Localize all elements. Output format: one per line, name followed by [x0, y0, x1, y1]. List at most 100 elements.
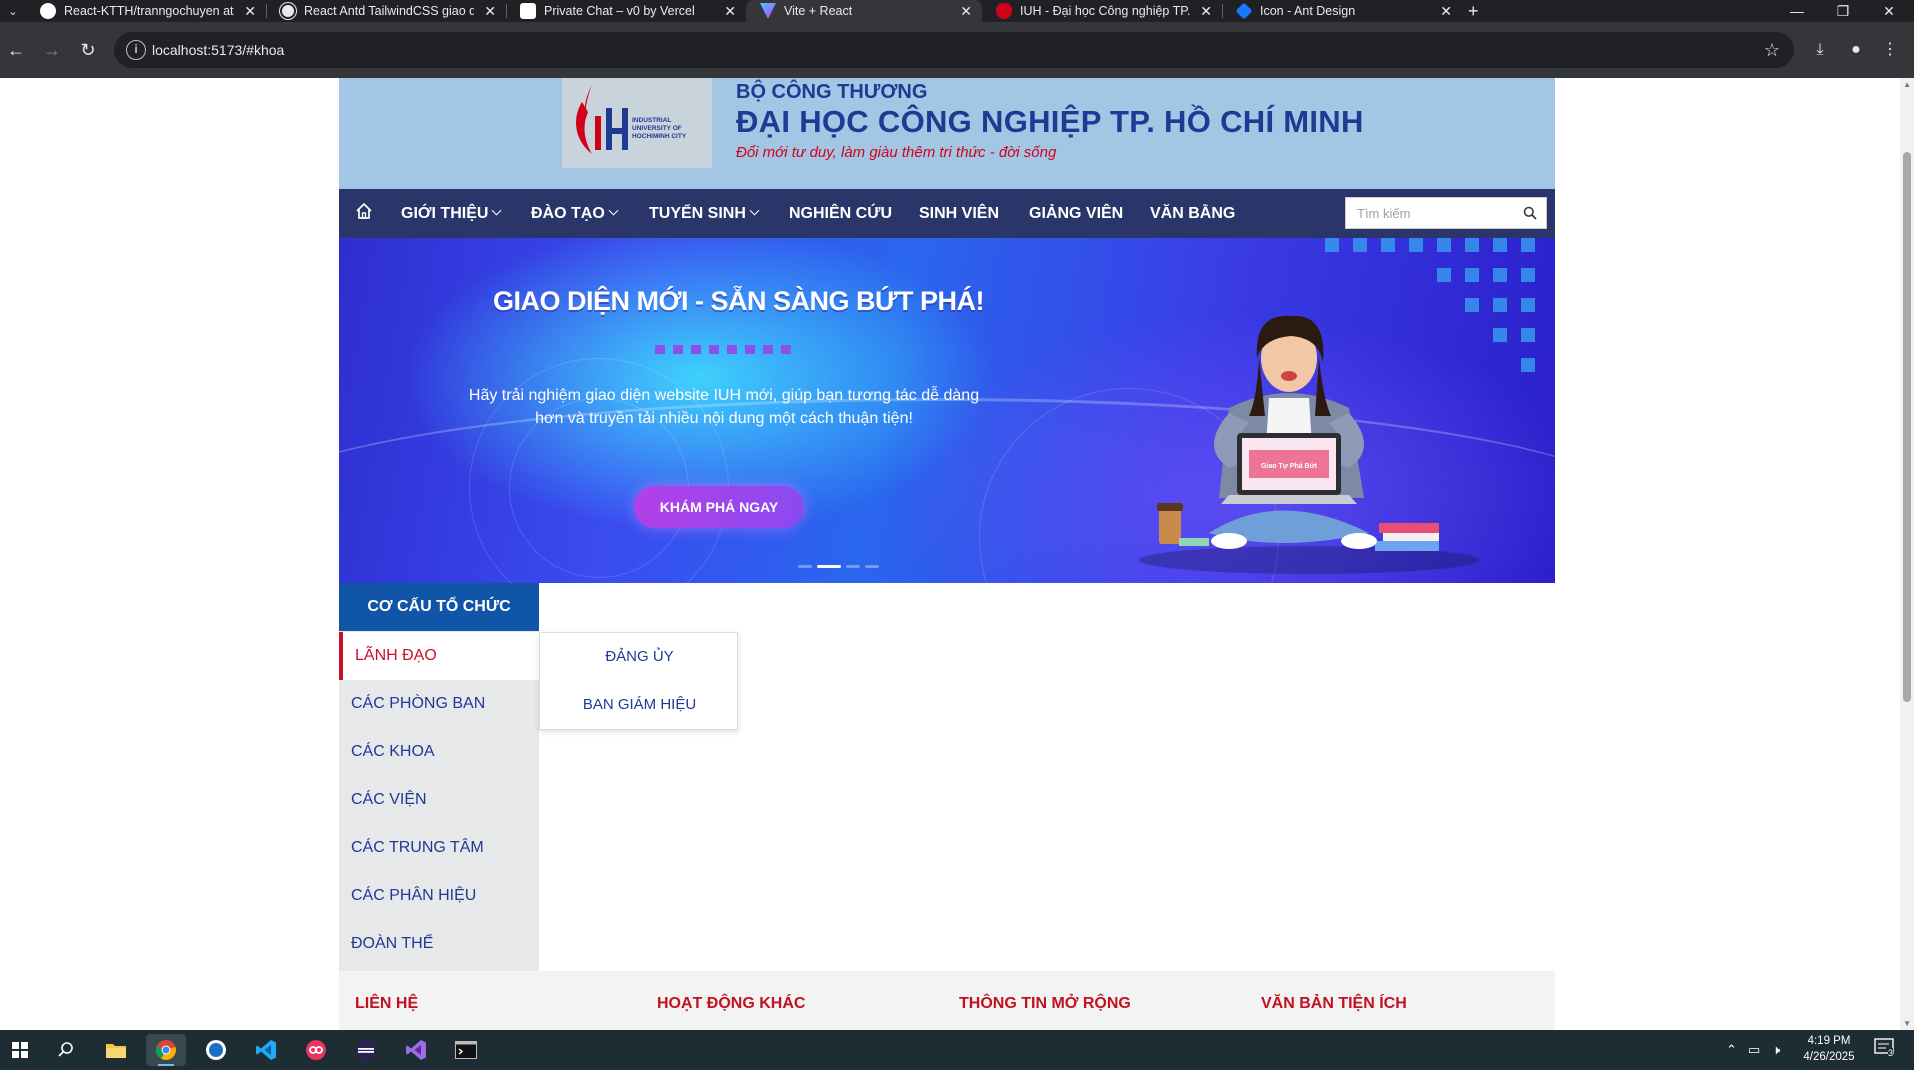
- sidebar-item-trung-tam[interactable]: CÁC TRUNG TÂM: [339, 824, 539, 872]
- scroll-thumb[interactable]: [1903, 152, 1911, 702]
- page-scrollbar[interactable]: ▲ ▼: [1900, 78, 1914, 1030]
- file-explorer-icon[interactable]: [96, 1034, 136, 1066]
- org-structure-section: CƠ CẤU TỔ CHỨC LÃNH ĐẠO CÁC PHÒNG BAN CÁ…: [339, 583, 1555, 971]
- browser-tab[interactable]: IUH - Đại học Công nghiệp TP. ✕: [982, 0, 1222, 22]
- scroll-up-icon[interactable]: ▲: [1903, 80, 1911, 89]
- footer-heading-thong-tin: THÔNG TIN MỞ RỘNG: [959, 995, 1131, 1012]
- reload-icon[interactable]: ↻: [74, 36, 102, 64]
- sidebar-item-khoa[interactable]: CÁC KHOA: [339, 728, 539, 776]
- sidebar-title: CƠ CẤU TỔ CHỨC: [339, 583, 539, 631]
- search-input[interactable]: [1346, 198, 1516, 228]
- university-name: ĐẠI HỌC CÔNG NGHIỆP TP. HỒ CHÍ MINH: [736, 104, 1364, 139]
- clock-date: 4/26/2025: [1803, 1051, 1855, 1063]
- close-tab-icon[interactable]: ✕: [484, 0, 496, 22]
- red-app-icon[interactable]: [296, 1034, 336, 1066]
- footer-heading-lien-he: LIÊN HỆ: [355, 995, 419, 1012]
- chevron-down-icon: [608, 205, 619, 216]
- tray-overflow-icon[interactable]: ⌃: [1726, 1030, 1737, 1070]
- slide-indicator-active[interactable]: [817, 565, 841, 568]
- bookmark-star-icon[interactable]: ☆: [1764, 32, 1780, 68]
- browser-tab[interactable]: React-KTTH/tranngochuyen at ✕: [26, 0, 266, 22]
- close-tab-icon[interactable]: ✕: [724, 0, 736, 22]
- browser-tab[interactable]: React Antd TailwindCSS giao di ✕: [266, 0, 506, 22]
- browser-toolbar: ← → ↻ i localhost:5173/#khoa ☆ ⤓ ● ⋮: [0, 22, 1914, 78]
- tab-search-icon[interactable]: ⌄: [0, 0, 26, 22]
- word-like-app-icon[interactable]: [196, 1034, 236, 1066]
- submenu-dang-uy[interactable]: ĐẢNG ỦY: [540, 633, 739, 681]
- svg-text:INDUSTRIAL: INDUSTRIAL: [632, 117, 671, 124]
- eclipse-like-icon[interactable]: [346, 1034, 386, 1066]
- taskbar-clock[interactable]: 4:19 PM 4/26/2025: [1796, 1033, 1862, 1065]
- download-icon[interactable]: ⤓: [1808, 38, 1832, 62]
- svg-text:HOCHIMINH CITY: HOCHIMINH CITY: [632, 133, 687, 140]
- browser-tab-active[interactable]: Vite + React ✕: [746, 0, 982, 22]
- submenu-ban-giam-hieu[interactable]: BAN GIÁM HIỆU: [540, 681, 739, 729]
- slide-indicator[interactable]: [846, 565, 860, 568]
- close-tab-icon[interactable]: ✕: [960, 0, 972, 22]
- hero-banner[interactable]: GIAO DIỆN MỚI - SẴN SÀNG BỨT PHÁ! Hãy tr…: [339, 238, 1555, 583]
- search-taskbar-icon[interactable]: [46, 1034, 86, 1066]
- ant-design-icon: [1235, 2, 1253, 20]
- headline-dots: [655, 345, 791, 354]
- forward-arrow-icon[interactable]: →: [38, 36, 66, 64]
- terminal-icon[interactable]: [446, 1034, 486, 1066]
- profile-icon[interactable]: ●: [1844, 38, 1868, 62]
- windows-taskbar: ⌃ ▭ 🕨 4:19 PM 4/26/2025 3: [0, 1030, 1914, 1070]
- address-bar[interactable]: i localhost:5173/#khoa ☆: [114, 32, 1794, 68]
- slide-indicator[interactable]: [865, 565, 879, 568]
- footer-heading-van-ban: VĂN BẢN TIỆN ÍCH: [1261, 995, 1407, 1012]
- windows-start-icon[interactable]: [0, 1034, 40, 1066]
- page-viewport: INDUSTRIAL UNIVERSITY OF HOCHIMINH CITY …: [0, 78, 1914, 1030]
- notification-count: 3: [1888, 1048, 1894, 1058]
- slide-indicator[interactable]: [798, 565, 812, 568]
- nav-giang-vien[interactable]: GIẢNG VIÊN: [1029, 189, 1123, 238]
- scroll-down-icon[interactable]: ▼: [1903, 1019, 1911, 1028]
- chevron-down-icon: [491, 205, 502, 216]
- sidebar-item-doan-the[interactable]: ĐOÀN THỂ: [339, 920, 539, 968]
- close-tab-icon[interactable]: ✕: [1440, 0, 1452, 22]
- sidebar-item-phong-ban[interactable]: CÁC PHÒNG BAN: [339, 680, 539, 728]
- org-sidebar: CƠ CẤU TỔ CHỨC LÃNH ĐẠO CÁC PHÒNG BAN CÁ…: [339, 583, 539, 971]
- footer-heading-hoat-dong: HOẠT ĐỘNG KHÁC: [657, 995, 806, 1012]
- search-icon[interactable]: [1523, 206, 1537, 220]
- nav-tuyen-sinh[interactable]: TUYỂN SINH: [649, 189, 760, 238]
- browser-tab[interactable]: Icon - Ant Design ✕: [1222, 0, 1462, 22]
- visual-studio-icon[interactable]: [396, 1034, 436, 1066]
- ministry-name: BỘ CÔNG THƯƠNG: [736, 81, 928, 103]
- sidebar-item-phan-hieu[interactable]: CÁC PHÂN HIỆU: [339, 872, 539, 920]
- explore-button[interactable]: KHÁM PHÁ NGAY: [634, 486, 804, 528]
- page-container: INDUSTRIAL UNIVERSITY OF HOCHIMINH CITY …: [339, 78, 1555, 1030]
- notification-icon[interactable]: 3: [1874, 1038, 1898, 1062]
- back-arrow-icon[interactable]: ←: [2, 36, 30, 64]
- vscode-icon[interactable]: [246, 1034, 286, 1066]
- laptop-screen-text: Giao Tự Phá Bứt: [1261, 463, 1318, 470]
- minimize-icon[interactable]: —: [1774, 0, 1820, 22]
- nav-dao-tao[interactable]: ĐÀO TẠO: [531, 189, 619, 238]
- new-tab-icon[interactable]: +: [1468, 0, 1479, 22]
- student-illustration: Giao Tự Phá Bứt: [1139, 315, 1479, 574]
- browser-menu-icon[interactable]: ⋮: [1878, 38, 1902, 62]
- chatgpt-icon: [280, 3, 296, 19]
- nav-van-bang[interactable]: VĂN BẰNG: [1150, 189, 1235, 238]
- iuh-logo[interactable]: INDUSTRIAL UNIVERSITY OF HOCHIMINH CITY: [562, 78, 712, 168]
- chrome-taskbar-icon[interactable]: [146, 1034, 186, 1066]
- close-tab-icon[interactable]: ✕: [244, 0, 256, 22]
- leadership-submenu: ĐẢNG ỦY BAN GIÁM HIỆU: [539, 632, 738, 730]
- close-window-icon[interactable]: ✕: [1866, 0, 1912, 22]
- svg-text:UNIVERSITY OF: UNIVERSITY OF: [632, 125, 682, 132]
- sidebar-item-lanh-dao[interactable]: LÃNH ĐẠO: [339, 632, 539, 680]
- restore-icon[interactable]: ❐: [1820, 0, 1866, 22]
- nav-sinh-vien[interactable]: SINH VIÊN: [919, 189, 999, 238]
- browser-tab[interactable]: Private Chat – v0 by Vercel ✕: [506, 0, 746, 22]
- vite-icon: [760, 3, 776, 19]
- home-icon[interactable]: [354, 201, 374, 221]
- nav-gioi-thieu[interactable]: GIỚI THIỆU: [401, 189, 502, 238]
- nav-nghien-cuu[interactable]: NGHIÊN CỨU: [789, 189, 892, 238]
- sidebar-item-vien[interactable]: CÁC VIỆN: [339, 776, 539, 824]
- site-info-icon[interactable]: i: [126, 40, 146, 60]
- network-icon[interactable]: ▭: [1748, 1030, 1760, 1070]
- v0-icon: [520, 3, 536, 19]
- url-text[interactable]: localhost:5173/#khoa: [152, 32, 284, 68]
- volume-muted-icon[interactable]: 🕨: [1772, 1030, 1780, 1070]
- close-tab-icon[interactable]: ✕: [1200, 0, 1212, 22]
